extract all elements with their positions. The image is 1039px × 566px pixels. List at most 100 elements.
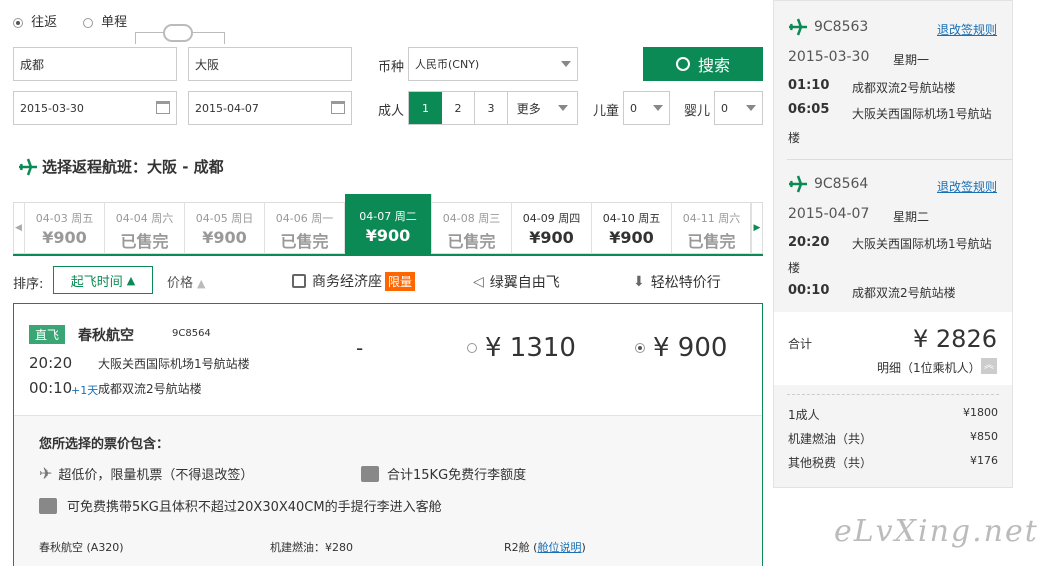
chevron-down-icon: [558, 105, 569, 111]
adult-option-2[interactable]: 2: [442, 92, 475, 124]
arrow-up-icon: ▲: [197, 277, 206, 290]
section-header: 选择返程航班：大阪 - 成都: [18, 156, 224, 177]
fuel-fee: 机建燃油：¥280: [270, 541, 353, 554]
plane-icon: [789, 175, 807, 193]
calendar-icon: [331, 101, 345, 114]
price-option-2[interactable]: ¥ 900: [635, 333, 727, 363]
aircraft-type: 春秋航空 (A320): [39, 541, 124, 554]
fee-row-value: ¥176: [970, 454, 998, 467]
detail-item-1: ✈ 超低价，限量机票（不得退改签）: [39, 464, 254, 483]
search-button[interactable]: 搜索: [643, 47, 763, 81]
down-arrow-icon: ⬇: [633, 274, 645, 290]
ret-date: 2015-04-07: [788, 206, 870, 222]
prev-dates-arrow-icon[interactable]: ◀: [13, 202, 25, 254]
arrow-up-icon: ▲: [126, 273, 136, 287]
cabin-info: R2舱 (舱位说明): [504, 541, 586, 554]
ret-change-rules-link[interactable]: 退改签规则: [937, 178, 997, 195]
summary-divider: [787, 394, 999, 395]
filter-business[interactable]: 商务经济座 限量: [292, 271, 416, 291]
price-radio[interactable]: [467, 343, 477, 353]
date-tab[interactable]: 04-11 周六 已售完: [672, 202, 752, 254]
out-dep-airport: 成都双流2号航站楼: [852, 81, 956, 95]
fee-row-value: ¥850: [970, 430, 998, 443]
total-label: 合计: [788, 337, 813, 351]
date-tab[interactable]: 04-04 周六 已售完: [105, 202, 185, 254]
chevron-down-icon: [561, 61, 571, 67]
swap-icon[interactable]: [163, 24, 193, 42]
out-date: 2015-03-30: [788, 49, 870, 65]
luggage-icon: [39, 497, 57, 514]
tab-underline: [13, 254, 763, 256]
adult-more-select[interactable]: 更多: [508, 92, 577, 124]
currency-select[interactable]: 人民币(CNY): [408, 47, 578, 81]
filter-green[interactable]: ◁ 绿翼自由飞: [473, 272, 560, 292]
ret-arr-time: 00:10: [788, 283, 830, 298]
dep-airport: 大阪关西国际机场1号航站楼: [98, 357, 250, 371]
plane-icon: [789, 18, 807, 36]
plane-icon: [19, 158, 37, 175]
arr-airport: 成都双流2号航站楼: [98, 382, 202, 396]
return-date-input[interactable]: 2015-04-07: [188, 91, 352, 125]
to-input[interactable]: 大阪: [188, 47, 352, 81]
price-option-1[interactable]: ¥ 1310: [467, 333, 576, 363]
date-tab[interactable]: 04-07 周二 ¥900: [345, 194, 432, 254]
direct-badge: 直飞: [29, 325, 66, 344]
section-title: 选择返程航班：大阪 - 成都: [42, 158, 224, 176]
ret-weekday: 星期二: [893, 210, 930, 224]
oneway-label: 单程: [101, 15, 128, 30]
detail-toggle-label[interactable]: 明细（1位乘机人）: [877, 359, 981, 376]
calendar-icon: [156, 101, 170, 114]
watermark: eLvXing.net: [834, 514, 1039, 549]
collapse-icon[interactable]: ︽: [981, 358, 997, 374]
airline-name: 春秋航空: [78, 328, 134, 344]
next-day-badge: +1天: [71, 384, 99, 397]
adult-option-1[interactable]: 1: [409, 92, 442, 124]
cabin-info-link[interactable]: 舱位说明: [537, 541, 581, 554]
out-flight-header: 9C8563: [788, 17, 868, 37]
sort-label: 排序:: [13, 277, 44, 292]
summary-divider: [787, 159, 1013, 160]
limited-badge: 限量: [385, 271, 416, 291]
chevron-down-icon: [746, 105, 756, 111]
oneway-radio[interactable]: [83, 17, 93, 28]
roundtrip-radio[interactable]: [13, 17, 23, 28]
adult-option-3[interactable]: 3: [475, 92, 508, 124]
price-business-empty: -: [356, 336, 364, 360]
date-tab[interactable]: 04-10 周五 ¥900: [592, 202, 672, 254]
paper-plane-icon: ◁: [473, 274, 484, 290]
fee-row-value: ¥1800: [963, 406, 998, 419]
infant-select[interactable]: 0: [714, 91, 763, 125]
detail-item-2: 合计15KG免费行李额度: [361, 464, 526, 483]
date-tab[interactable]: 04-09 周四 ¥900: [512, 202, 592, 254]
filter-budget[interactable]: ⬇ 轻松特价行: [633, 272, 721, 292]
date-tab[interactable]: 04-03 周五 ¥900: [25, 202, 105, 254]
chevron-down-icon: [653, 105, 663, 111]
fee-row-label: 其他税费（共）: [788, 456, 873, 470]
date-tab[interactable]: 04-08 周三 已售完: [432, 202, 512, 254]
trip-type: 往返: [13, 11, 57, 30]
roundtrip-label: 往返: [31, 15, 58, 30]
date-tab[interactable]: 04-06 周一 已售完: [265, 202, 345, 254]
details-title: 您所选择的票价包含：: [39, 437, 170, 452]
no-refund-plane-icon: ✈: [39, 464, 53, 483]
child-select[interactable]: 0: [623, 91, 670, 125]
sort-price-button[interactable]: 价格 ▲: [167, 272, 205, 291]
seat-icon: [292, 274, 306, 288]
adult-label: 成人: [378, 104, 405, 119]
price-radio[interactable]: [635, 343, 645, 353]
luggage-icon: [361, 465, 379, 482]
out-arr-airport: 大阪关西国际机场1号航站楼: [788, 107, 992, 145]
currency-label: 币种: [378, 60, 405, 75]
ret-arr-airport: 成都双流2号航站楼: [852, 286, 956, 300]
depart-date-input[interactable]: 2015-03-30: [13, 91, 177, 125]
from-input[interactable]: 成都: [13, 47, 177, 81]
arr-time: 00:10: [29, 379, 73, 397]
fee-row-label: 1成人: [788, 408, 820, 422]
child-label: 儿童: [593, 104, 620, 119]
total-value: ¥ 2826: [913, 325, 997, 353]
out-change-rules-link[interactable]: 退改签规则: [937, 21, 997, 38]
trip-type-oneway: 单程: [83, 11, 127, 30]
date-tab[interactable]: 04-05 周日 ¥900: [185, 202, 265, 254]
sort-depart-time-button[interactable]: 起飞时间 ▲: [53, 266, 153, 294]
search-icon: [675, 57, 690, 71]
